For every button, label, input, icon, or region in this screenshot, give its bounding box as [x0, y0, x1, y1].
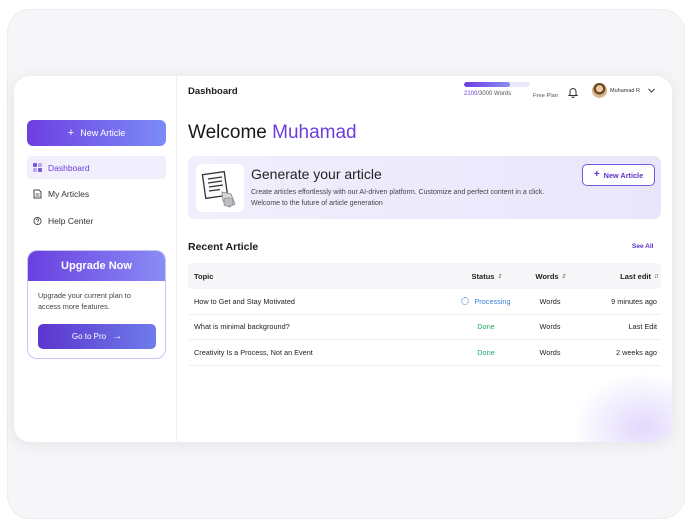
row-status: Processing [456, 297, 516, 306]
row-topic[interactable]: What is minimal background? [188, 322, 456, 331]
plus-icon: + [593, 169, 600, 180]
usage-total: /3000 Words [477, 91, 512, 97]
sort-icon[interactable]: ↓↑ [654, 273, 659, 280]
user-name[interactable]: Muhamad R [610, 88, 640, 94]
plus-icon: + [67, 126, 75, 139]
welcome-user-name: Muhamad [272, 122, 357, 143]
table-header: Topic Status ↓↑ Words ↓↑ Last edit ↓↑ [188, 263, 661, 289]
welcome-heading: Welcome Muhamad [188, 122, 357, 144]
avatar[interactable] [592, 83, 607, 98]
new-article-label: New Article [80, 128, 126, 138]
row-last-edit: 2 weeks ago [616, 347, 657, 357]
plan-label: Free Plan [533, 93, 559, 99]
loading-spinner-icon [461, 297, 470, 306]
document-icon [33, 189, 42, 199]
row-words: Words [539, 296, 561, 306]
page-title: Dashboard [188, 86, 238, 97]
table-row[interactable]: What is minimal background? Done Words L… [188, 315, 661, 340]
row-words: Words [539, 347, 561, 357]
column-topic: Topic [194, 271, 214, 281]
dashboard-grid-icon [33, 163, 42, 172]
upgrade-description: Upgrade your current plan to access more… [38, 291, 131, 311]
sidebar-nav: Dashboard My Articles Help Center [27, 156, 166, 236]
row-status: Done [477, 347, 495, 357]
banner-button-label: New Article [603, 170, 644, 180]
welcome-prefix: Welcome [188, 122, 267, 143]
column-status-label: Status [471, 271, 495, 281]
upgrade-title: Upgrade Now [28, 251, 165, 281]
usage-progress-fill [464, 82, 511, 87]
recent-article-heading: Recent Article [188, 241, 259, 253]
sidebar-item-my-articles[interactable]: My Articles [27, 183, 166, 206]
row-topic[interactable]: How to Get and Stay Motivated [188, 297, 456, 306]
sidebar-new-article-button[interactable]: + New Article [27, 120, 166, 146]
sidebar: + New Article Dashboard My Articles Help… [14, 76, 177, 442]
usage-used: 2100 [464, 91, 478, 97]
corner-glow [572, 372, 672, 442]
sidebar-item-label: Dashboard [48, 162, 90, 173]
column-last-edit-label: Last edit [620, 271, 651, 281]
column-words-label: Words [535, 271, 559, 281]
sidebar-item-label: My Articles [48, 189, 90, 199]
sidebar-item-help-center[interactable]: Help Center [27, 209, 166, 232]
row-topic[interactable]: Creativity Is a Process, Not an Event [188, 348, 456, 357]
sidebar-item-label: Help Center [48, 215, 94, 226]
sort-icon[interactable]: ↓↑ [497, 273, 502, 280]
go-to-pro-button[interactable]: Go to Pro → [38, 324, 156, 349]
upgrade-card: Upgrade Now Upgrade your current plan to… [27, 250, 166, 359]
see-all-link[interactable]: See All [632, 243, 653, 250]
help-circle-icon [33, 216, 42, 225]
column-last-edit[interactable]: Last edit ↓↑ [584, 272, 661, 281]
row-last-edit: Last Edit [628, 322, 657, 332]
go-to-pro-label: Go to Pro [71, 332, 107, 341]
column-status[interactable]: Status ↓↑ [456, 272, 516, 281]
banner-new-article-button[interactable]: + New Article [582, 164, 655, 186]
banner-description: Create articles effortlessly with our AI… [251, 189, 545, 207]
article-illustration-icon [196, 164, 244, 212]
row-status: Done [477, 322, 495, 332]
bell-icon[interactable] [567, 85, 579, 98]
sort-icon[interactable]: ↓↑ [562, 273, 567, 280]
sidebar-item-dashboard[interactable]: Dashboard [27, 156, 166, 179]
chevron-down-icon[interactable] [647, 86, 656, 97]
table-row[interactable]: Creativity Is a Process, Not an Event Do… [188, 340, 661, 366]
row-status-label: Processing [474, 296, 511, 306]
arrow-right-icon: → [112, 330, 123, 342]
recent-articles-table: Topic Status ↓↑ Words ↓↑ Last edit ↓↑ Ho… [188, 263, 661, 366]
usage-progress-bar [464, 82, 530, 87]
column-words[interactable]: Words ↓↑ [516, 272, 584, 281]
generate-article-banner: Generate your article Create articles ef… [188, 156, 661, 219]
table-row[interactable]: How to Get and Stay Motivated Processing… [188, 289, 661, 315]
app-window: + New Article Dashboard My Articles Help… [14, 76, 672, 442]
row-words: Words [539, 322, 561, 332]
banner-title: Generate your article [251, 166, 382, 182]
row-last-edit: 9 minutes ago [611, 296, 657, 306]
